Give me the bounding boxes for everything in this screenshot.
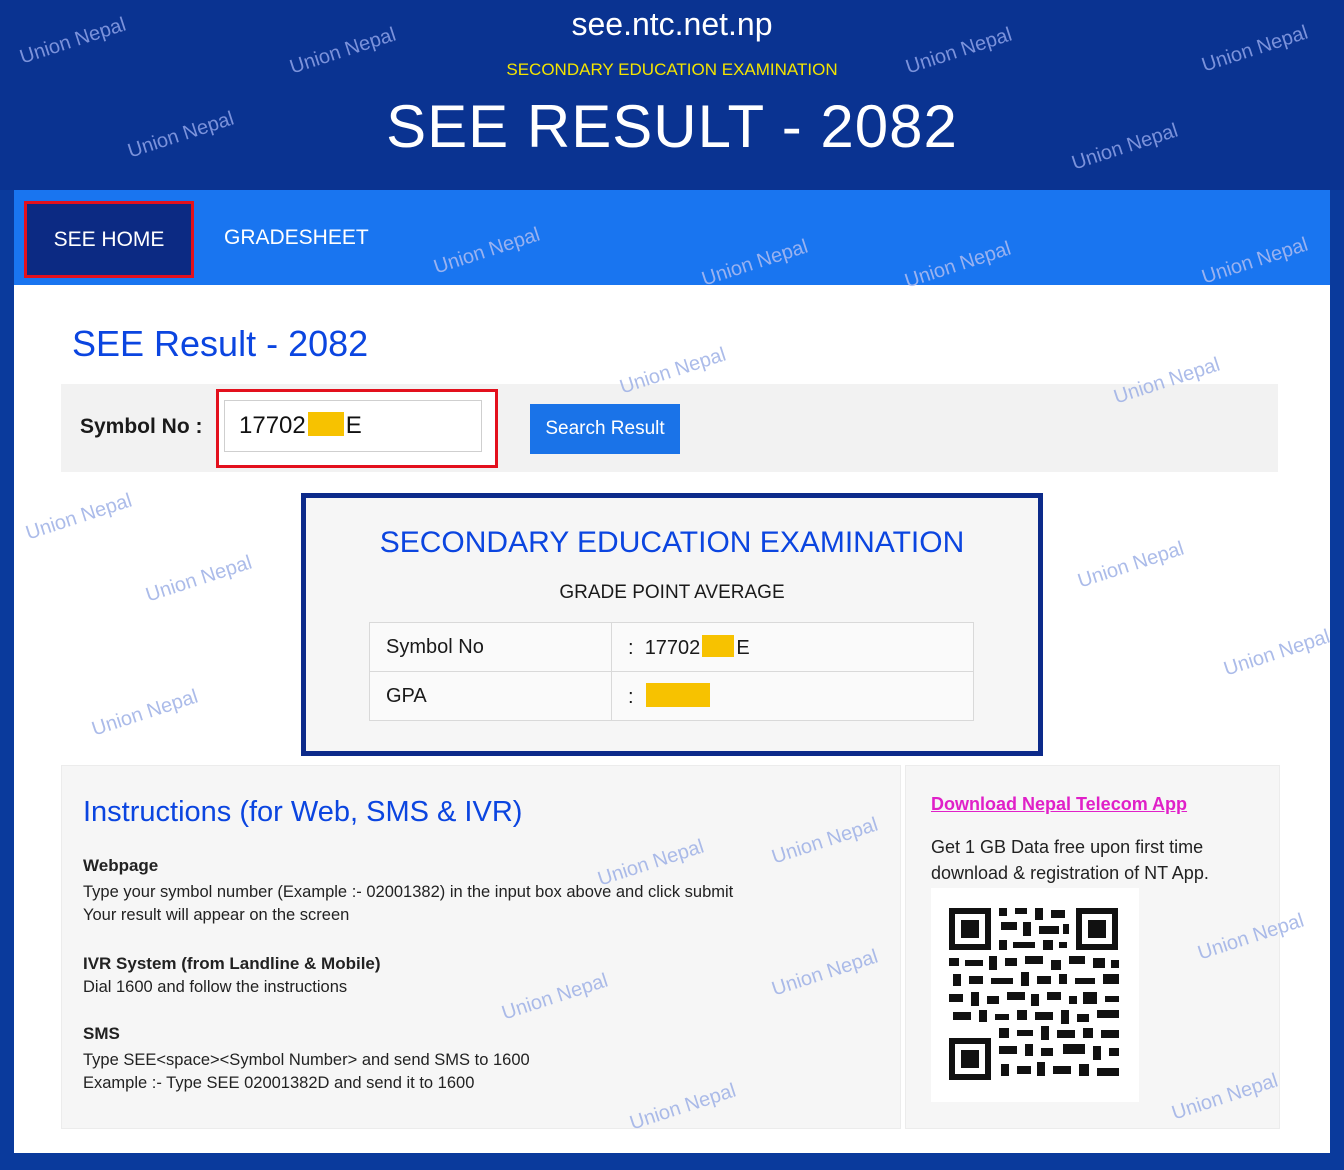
webpage-heading: Webpage	[83, 856, 159, 875]
sms-line2: Example :- Type SEE 02001382D and send i…	[83, 1074, 475, 1092]
instructions-title: Instructions (for Web, SMS & IVR)	[83, 796, 523, 828]
result-key: GPA	[369, 671, 612, 721]
result-value: :	[611, 671, 974, 721]
nav-see-home[interactable]: SEE HOME	[24, 201, 194, 278]
result-heading: SECONDARY EDUCATION EXAMINATION	[379, 526, 965, 559]
download-nt-app-link[interactable]: Download Nepal Telecom App	[931, 794, 1187, 815]
result-symbol-suffix: E	[736, 636, 750, 659]
main-content: SEE Result - 2082 Symbol No : 17702 E Sea…	[14, 285, 1330, 1153]
redaction-mark	[307, 412, 344, 436]
instructions-panel: Instructions (for Web, SMS & IVR) Webpag…	[61, 765, 901, 1129]
symbol-no-input[interactable]: 17702 E	[224, 400, 482, 452]
result-sep: :	[628, 636, 634, 659]
symbol-input-prefix: 17702	[239, 412, 306, 439]
site-subtitle: SECONDARY EDUCATION EXAMINATION	[506, 60, 838, 79]
page-title: SEE Result - 2082	[72, 323, 369, 364]
instructions-sms: SMS Type SEE<space><Symbol Number> and s…	[83, 1022, 530, 1095]
symbol-no-label: Symbol No :	[80, 415, 203, 438]
redaction-mark	[702, 634, 735, 657]
gpa-redaction-mark	[645, 683, 710, 707]
symbol-input-suffix: E	[345, 412, 362, 439]
site-title: SEE RESULT - 2082	[386, 93, 958, 160]
nav-gradesheet[interactable]: GRADESHEET	[224, 190, 369, 285]
result-value: : 17702 E	[611, 622, 974, 672]
nt-app-panel: Download Nepal Telecom App Get 1 GB Data…	[905, 765, 1280, 1129]
result-subheading: GRADE POINT AVERAGE	[559, 582, 785, 603]
ivr-line1: Dial 1600 and follow the instructions	[83, 978, 348, 996]
sms-heading: SMS	[83, 1024, 120, 1043]
table-row: Symbol No : 17702 E	[369, 622, 974, 672]
qr-code[interactable]	[931, 888, 1139, 1102]
nt-app-description: Get 1 GB Data free upon first time downl…	[931, 837, 1209, 883]
site-domain: see.ntc.net.np	[571, 6, 773, 42]
qr-code-icon	[931, 888, 1139, 1102]
ivr-heading: IVR System (from Landline & Mobile)	[83, 954, 381, 973]
result-panel: SECONDARY EDUCATION EXAMINATION GRADE PO…	[301, 493, 1043, 756]
instructions-webpage: Webpage Type your symbol number (Example…	[83, 854, 733, 927]
result-symbol-prefix: 17702	[644, 636, 701, 659]
webpage-line2: Your result will appear on the screen	[83, 906, 350, 924]
nav-bar: SEE HOME GRADESHEET	[14, 190, 1330, 285]
result-key: Symbol No	[369, 622, 612, 672]
search-result-button[interactable]: Search Result	[530, 404, 680, 454]
search-bar: Symbol No : 17702 E Search Result	[61, 384, 1278, 472]
webpage-line1: Type your symbol number (Example :- 0200…	[83, 883, 734, 901]
result-sep: :	[628, 686, 634, 708]
result-table: Symbol No : 17702 E GPA :	[369, 622, 974, 721]
sms-line1: Type SEE<space><Symbol Number> and send …	[83, 1051, 530, 1069]
symbol-input-highlight: 17702 E	[216, 389, 498, 468]
site-header: see.ntc.net.np SECONDARY EDUCATION EXAMI…	[0, 0, 1344, 190]
table-row: GPA :	[369, 671, 974, 721]
instructions-ivr: IVR System (from Landline & Mobile) Dial…	[83, 952, 381, 999]
